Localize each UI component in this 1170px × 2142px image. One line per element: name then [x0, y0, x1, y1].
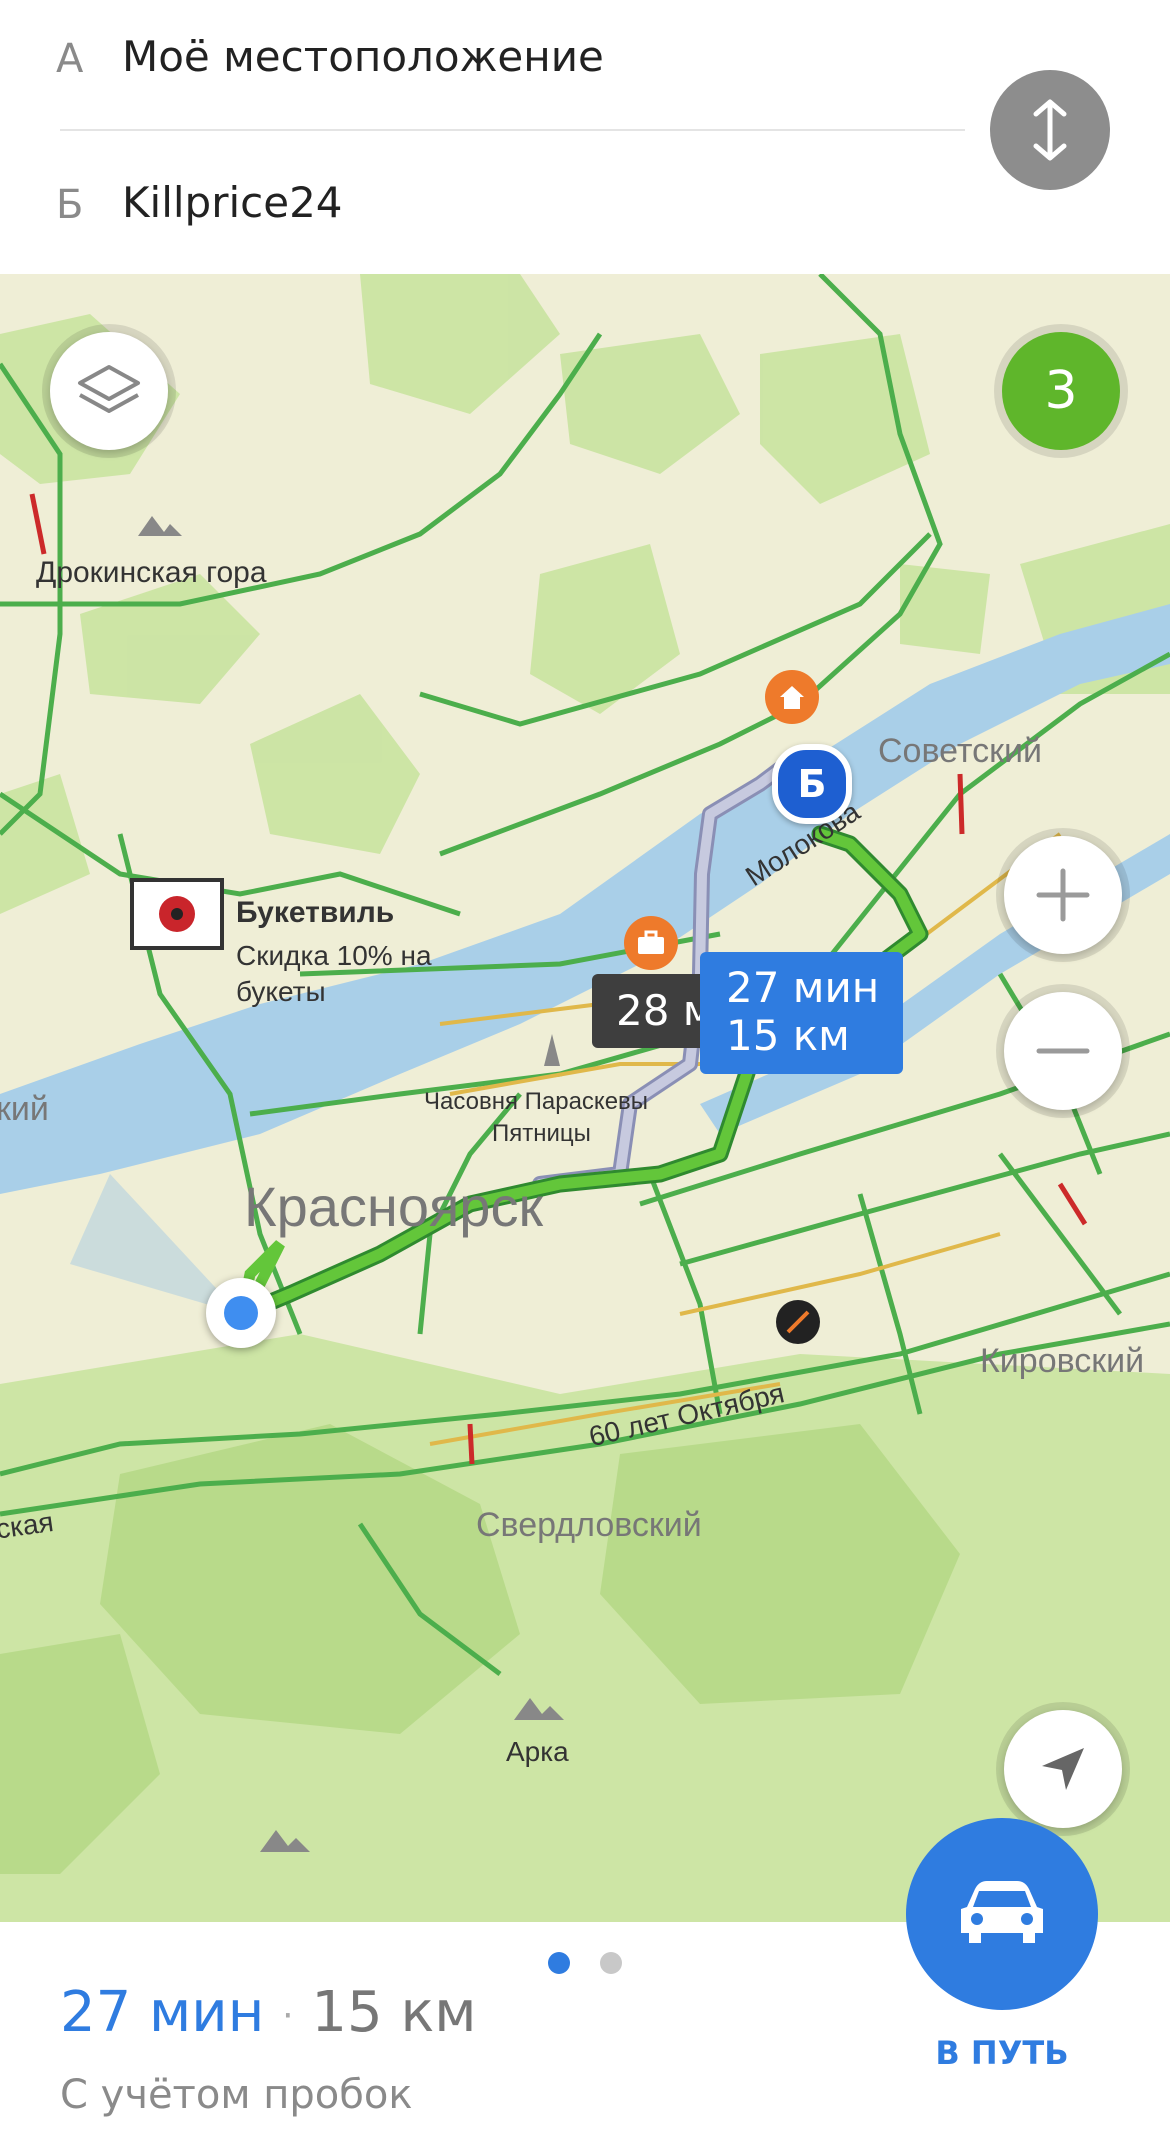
destination-marker[interactable]: Б — [772, 744, 852, 824]
route-header: А Моё местоположение Б Killprice24 — [0, 0, 1170, 274]
district-label: Советский — [878, 732, 1042, 770]
to-letter: Б — [56, 182, 84, 228]
home-poi-icon[interactable] — [765, 670, 819, 724]
city-label: Красноярск — [244, 1175, 543, 1238]
district-label: Свердловский — [476, 1506, 702, 1544]
layers-button[interactable] — [50, 332, 168, 450]
zoom-out-button[interactable] — [1004, 992, 1122, 1110]
plus-icon — [1036, 868, 1090, 922]
minus-icon — [1036, 1048, 1090, 1054]
summary-note: С учётом пробок — [60, 2072, 413, 2118]
page-indicator-active[interactable] — [548, 1952, 570, 1974]
page-indicator[interactable] — [600, 1952, 622, 1974]
ad-text: букеты — [236, 976, 326, 1007]
divider — [60, 129, 965, 131]
district-label: Кировский — [980, 1342, 1145, 1380]
layers-icon — [78, 365, 140, 413]
swap-route-button[interactable] — [990, 70, 1110, 190]
main-route-label[interactable]: 27 мин 15 км — [700, 952, 903, 1074]
flower-icon — [159, 896, 195, 932]
route-distance: 15 км — [726, 1011, 850, 1060]
go-button[interactable] — [906, 1818, 1098, 2010]
summary-time: 27 мин — [60, 1980, 265, 2045]
traffic-level-button[interactable]: 3 — [1002, 332, 1120, 450]
zoom-in-button[interactable] — [1004, 836, 1122, 954]
navigation-arrow-icon — [1042, 1748, 1084, 1790]
from-letter: А — [56, 36, 84, 82]
to-field[interactable]: Killprice24 — [122, 178, 343, 227]
go-button-label[interactable]: В ПУТЬ — [920, 2034, 1084, 2072]
from-field[interactable]: Моё местоположение — [122, 32, 604, 81]
place-label: Пятницы — [492, 1120, 591, 1147]
my-location-marker — [206, 1278, 276, 1348]
place-label: Часовня Параскевы — [424, 1088, 649, 1115]
car-icon — [961, 1881, 1043, 1943]
route-time: 27 мин — [726, 963, 880, 1012]
summary-separator: · — [282, 1995, 294, 2037]
ad-billboard-icon[interactable] — [130, 878, 224, 950]
work-poi-icon[interactable] — [624, 916, 678, 970]
map-view[interactable]: 3 Дрокинская гора Советский кий Краснояр… — [0, 274, 1170, 1922]
ad-text: Скидка 10% на — [236, 940, 432, 971]
place-label: Дрокинская гора — [36, 556, 267, 589]
place-label: Арка — [506, 1736, 569, 1767]
district-label: кий — [0, 1090, 49, 1128]
my-location-button[interactable] — [1004, 1710, 1122, 1828]
swap-arrows-icon — [1033, 99, 1067, 161]
ad-title[interactable]: Букетвиль — [236, 896, 394, 930]
summary-distance: 15 км — [311, 1980, 477, 2045]
